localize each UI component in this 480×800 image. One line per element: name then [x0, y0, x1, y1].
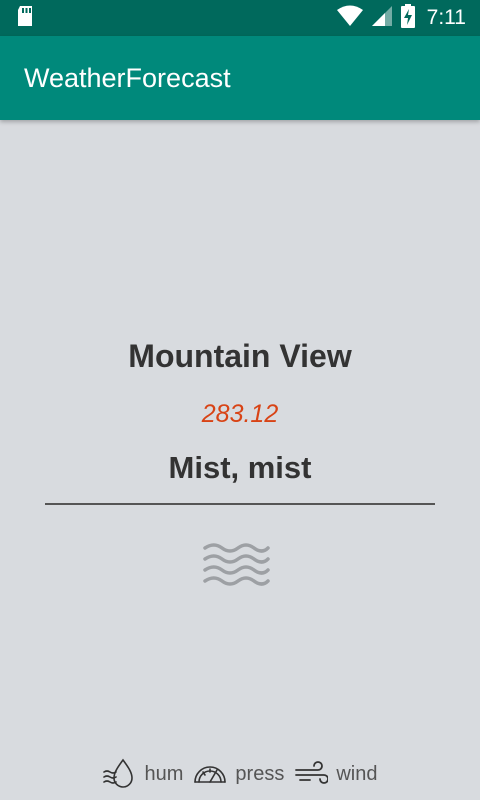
battery-charging-icon	[400, 3, 415, 33]
status-bar: 7:11	[0, 0, 480, 36]
sd-card-icon	[16, 5, 34, 32]
app-title: WeatherForecast	[24, 62, 231, 93]
divider	[45, 503, 435, 505]
weather-stats: hum press wind	[0, 756, 480, 792]
humidity-label: hum	[144, 762, 184, 785]
pressure-gauge-icon	[193, 760, 227, 788]
wind-icon	[294, 760, 329, 788]
pressure-stat: press	[193, 760, 284, 788]
mist-icon	[202, 540, 270, 586]
weather-content: Mountain View 283.12 Mist, mist hum pres…	[0, 120, 480, 800]
wifi-icon	[336, 5, 363, 32]
signal-icon	[371, 5, 393, 32]
city-name: Mountain View	[128, 338, 352, 374]
humidity-icon	[102, 758, 137, 790]
temperature-value: 283.12	[201, 400, 279, 428]
humidity-stat: hum	[102, 758, 184, 790]
pressure-label: press	[235, 762, 285, 785]
status-time: 7:11	[426, 6, 466, 29]
weather-description: Mist, mist	[168, 450, 312, 485]
status-icons: 7:11	[336, 3, 466, 33]
wind-stat: wind	[294, 760, 377, 788]
wind-label: wind	[336, 762, 378, 785]
app-bar: WeatherForecast	[0, 36, 480, 120]
